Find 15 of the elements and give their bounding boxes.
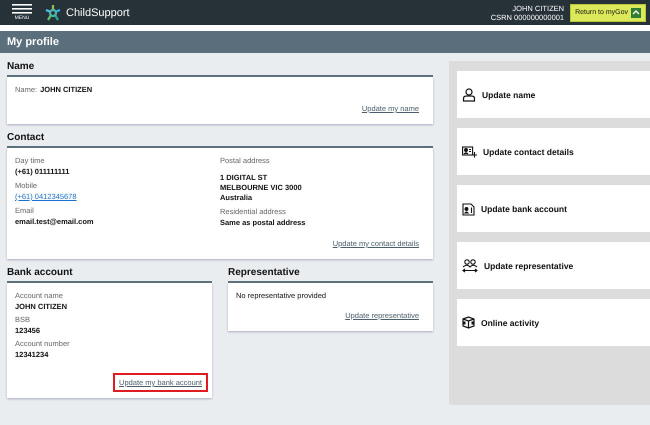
action-tile[interactable]: Update contact details (457, 128, 650, 175)
brand-name: ChildSupport (66, 6, 130, 18)
mygov-icon (631, 8, 641, 18)
box-icon (462, 316, 475, 329)
bank-document-icon (462, 202, 475, 216)
people-icon (462, 258, 478, 272)
menu-icon (12, 4, 32, 14)
person-icon (462, 88, 476, 102)
contact-card-icon (462, 145, 477, 158)
action-tile[interactable]: Online activity (457, 299, 650, 346)
action-tile[interactable]: Update bank account (457, 185, 650, 232)
logo-icon (44, 4, 62, 22)
action-tile[interactable]: Update representative (457, 242, 650, 289)
page-title: My profile (7, 36, 59, 48)
action-tile[interactable]: Update name (457, 71, 650, 118)
